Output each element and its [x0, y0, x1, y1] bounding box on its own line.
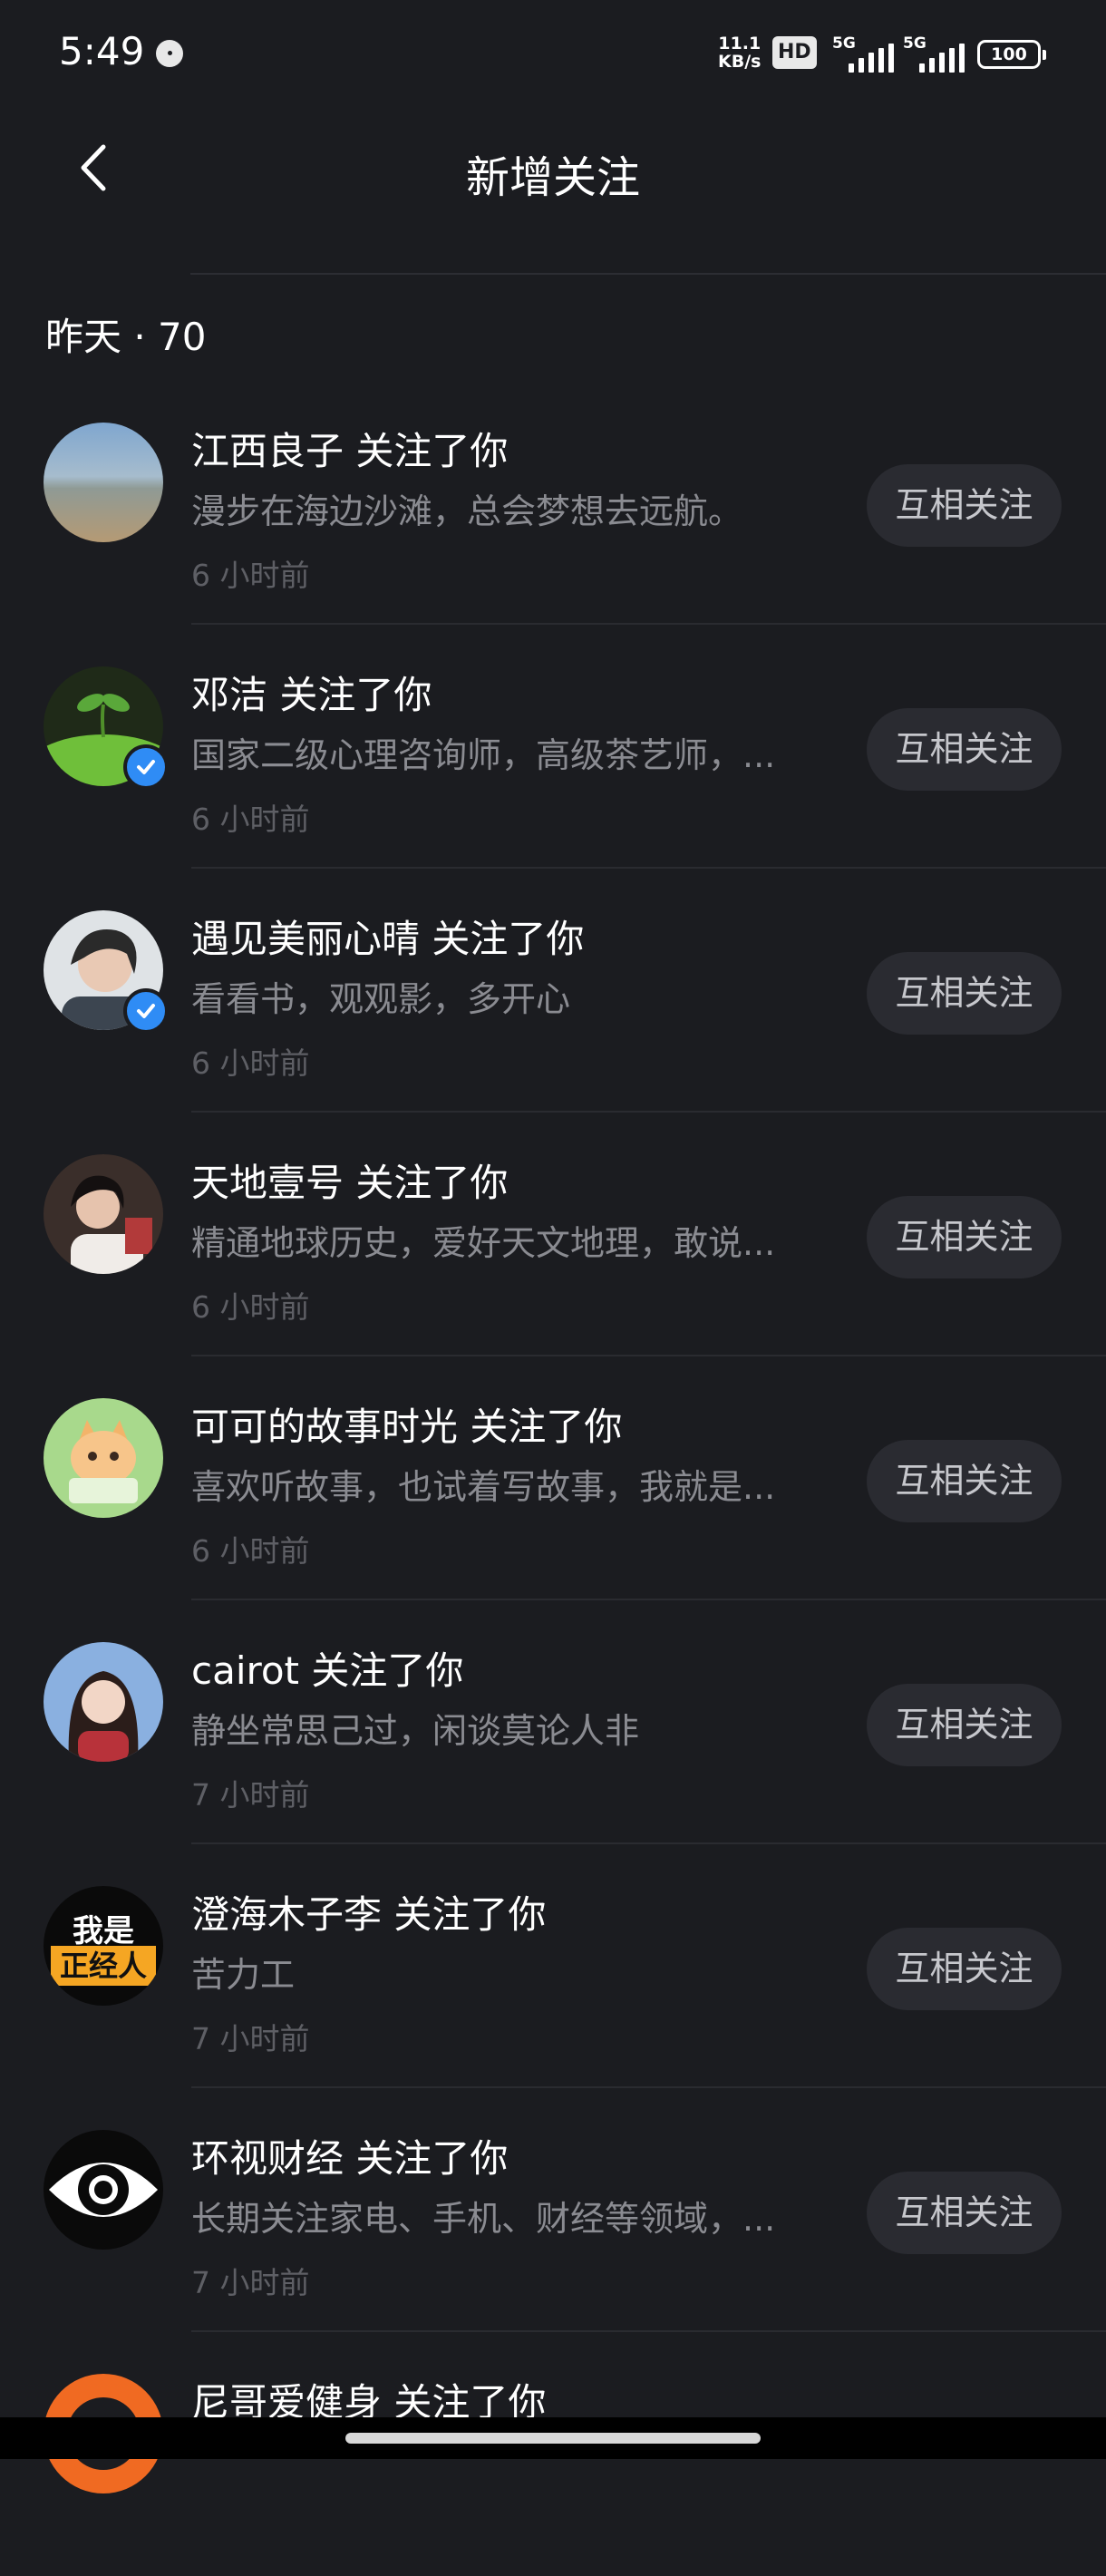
- avatar[interactable]: [44, 423, 163, 542]
- follow-back-button[interactable]: 互相关注: [867, 464, 1062, 547]
- network-speed: 11.1 KB/s: [718, 34, 761, 71]
- list-item[interactable]: 我是 正经人 澄海木子李 关注了你 苦力工 7 小时前 互相关注: [0, 1844, 1106, 2088]
- follow-time: 6 小时前: [191, 558, 310, 593]
- list-item[interactable]: cairot 关注了你 静坐常思己过，闲谈莫论人非 7 小时前 互相关注: [0, 1600, 1106, 1844]
- page-title: 新增关注: [465, 152, 640, 203]
- follow-list: 江西良子 关注了你 漫步在海边沙滩，总会梦想去远航。 6 小时前 互相关注 邓洁…: [0, 381, 1106, 2576]
- follow-time: 6 小时前: [191, 1533, 310, 1569]
- follower-bio: 喜欢听故事，也试着写故事，我就是...: [191, 1467, 776, 1507]
- follower-name: 遇见美丽心晴 关注了你: [191, 917, 585, 961]
- avatar[interactable]: [44, 1642, 163, 1762]
- avatar[interactable]: [44, 1398, 163, 1518]
- status-bar: 5:49 11.1 KB/s HD 5G 5G 100: [0, 0, 1106, 109]
- notification-dot-icon: [156, 40, 183, 67]
- avatar[interactable]: 我是 正经人: [44, 1886, 163, 2006]
- follow-back-button[interactable]: 互相关注: [867, 1684, 1062, 1766]
- follower-bio: 看看书，观观影，多开心: [191, 979, 571, 1019]
- follow-back-button[interactable]: 互相关注: [867, 708, 1062, 791]
- follower-bio: 静坐常思己过，闲谈莫论人非: [191, 1711, 640, 1751]
- signal-icon: 5G: [832, 34, 897, 73]
- follow-back-button[interactable]: 互相关注: [867, 1928, 1062, 2010]
- follower-name: 邓洁 关注了你: [191, 673, 432, 717]
- list-item[interactable]: 江西良子 关注了你 漫步在海边沙滩，总会梦想去远航。 6 小时前 互相关注: [0, 381, 1106, 625]
- follow-time: 6 小时前: [191, 802, 310, 837]
- avatar[interactable]: [44, 2130, 163, 2250]
- header-divider: [190, 273, 1106, 275]
- follower-name: 天地壹号 关注了你: [191, 1161, 509, 1205]
- follow-back-button[interactable]: 互相关注: [867, 1196, 1062, 1278]
- section-header: 昨天 · 70: [45, 315, 207, 359]
- verified-badge-icon: [123, 988, 169, 1034]
- follow-back-button[interactable]: 互相关注: [867, 952, 1062, 1035]
- follow-back-button[interactable]: 互相关注: [867, 2172, 1062, 2254]
- follower-name: 环视财经 关注了你: [191, 2136, 509, 2181]
- status-time: 5:49: [59, 29, 145, 73]
- follow-time: 7 小时前: [191, 1777, 310, 1813]
- verified-badge-icon: [123, 744, 169, 790]
- battery-icon: 100: [977, 40, 1046, 69]
- follower-bio: 长期关注家电、手机、财经等领域，...: [191, 2199, 776, 2239]
- follower-bio: 国家二级心理咨询师，高级茶艺师，...: [191, 735, 776, 775]
- follow-back-button[interactable]: 互相关注: [867, 1440, 1062, 1522]
- network-speed-unit: KB/s: [718, 52, 762, 72]
- network-speed-value: 11.1: [718, 34, 762, 53]
- list-item[interactable]: 环视财经 关注了你 长期关注家电、手机、财经等领域，... 7 小时前 互相关注: [0, 2088, 1106, 2332]
- avatar-text-line1: 我是: [73, 1913, 134, 1949]
- follower-name: 江西良子 关注了你: [191, 429, 509, 473]
- avatar-text-line2: 正经人: [51, 1946, 156, 1986]
- follower-name: 澄海木子李 关注了你: [191, 1892, 547, 1937]
- follow-time: 6 小时前: [191, 1045, 310, 1081]
- list-item[interactable]: 天地壹号 关注了你 精通地球历史，爱好天文地理，敢说... 6 小时前 互相关注: [0, 1113, 1106, 1356]
- follower-name: 可可的故事时光 关注了你: [191, 1405, 623, 1449]
- home-indicator[interactable]: [345, 2433, 761, 2444]
- hd-icon: HD: [772, 36, 817, 69]
- follow-time: 6 小时前: [191, 1289, 310, 1325]
- follower-bio: 精通地球历史，爱好天文地理，敢说...: [191, 1223, 776, 1263]
- follower-bio: 苦力工: [191, 1955, 296, 1995]
- list-item[interactable]: 邓洁 关注了你 国家二级心理咨询师，高级茶艺师，... 6 小时前 互相关注: [0, 625, 1106, 869]
- list-item[interactable]: 遇见美丽心晴 关注了你 看看书，观观影，多开心 6 小时前 互相关注: [0, 869, 1106, 1113]
- list-item[interactable]: 可可的故事时光 关注了你 喜欢听故事，也试着写故事，我就是... 6 小时前 互…: [0, 1356, 1106, 1600]
- follower-name: cairot 关注了你: [191, 1648, 464, 1693]
- avatar[interactable]: [44, 1154, 163, 1274]
- signal-icon: 5G: [903, 34, 968, 73]
- follow-time: 7 小时前: [191, 2265, 310, 2300]
- follower-bio: 漫步在海边沙滩，总会梦想去远航。: [191, 491, 743, 531]
- follow-time: 7 小时前: [191, 2021, 310, 2056]
